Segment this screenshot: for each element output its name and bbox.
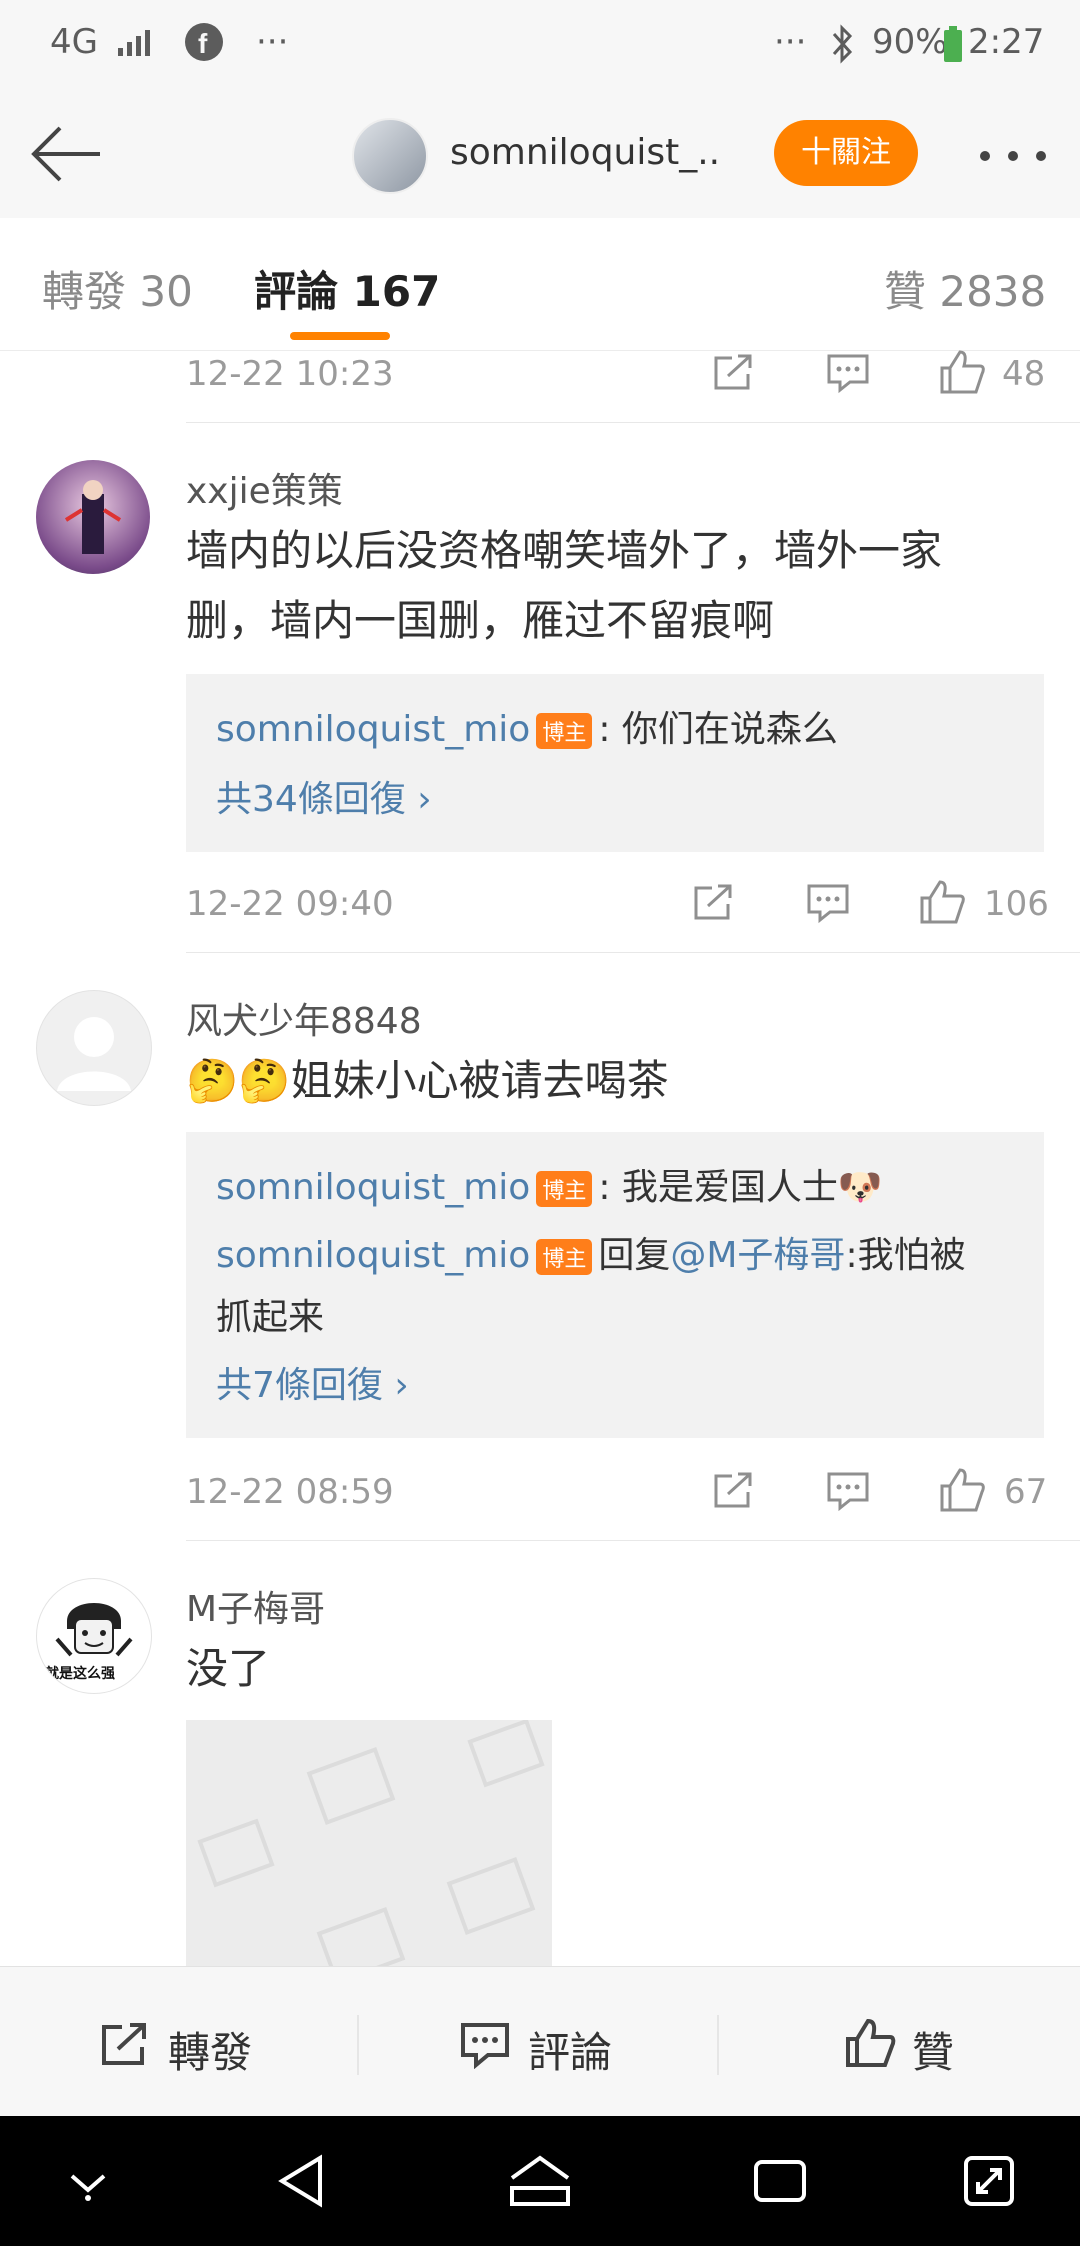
comment-text: 🤔🤔姐妹小心被请去喝茶 — [186, 1056, 669, 1105]
clock: 2:27 — [968, 22, 1045, 62]
signal-icon — [118, 26, 158, 67]
reply-username[interactable]: somniloquist_mio — [216, 709, 530, 750]
thumbs-up-icon[interactable] — [918, 878, 966, 930]
divider — [186, 952, 1080, 953]
divider — [186, 422, 1080, 423]
svg-text:f: f — [198, 28, 208, 59]
battery-icon — [942, 26, 964, 73]
avatar-caption: 就是这么强 — [45, 1666, 115, 1682]
facebook-icon: f — [184, 22, 224, 71]
comment-username[interactable]: xxjie策策 — [186, 462, 343, 514]
comment-time: 12-22 10:23 — [186, 354, 394, 394]
bluetooth-icon — [828, 24, 856, 73]
comment-text: 墙内的以后没资格嘲笑墙外了，墙外一家 — [186, 526, 943, 575]
reply-icon[interactable] — [826, 1470, 870, 1516]
home-icon[interactable] — [508, 2154, 572, 2212]
author-badge: 博主 — [536, 1239, 593, 1275]
network-label: 4G — [50, 22, 98, 62]
repost-button[interactable]: 轉發 — [168, 2019, 252, 2080]
tab-indicator — [290, 332, 390, 340]
mention-link[interactable]: @M子梅哥 — [670, 1235, 845, 1276]
comment-button[interactable]: 評論 — [528, 2019, 612, 2080]
back-arrow-icon[interactable] — [28, 122, 104, 190]
reply-username[interactable]: somniloquist_mio — [216, 1167, 530, 1208]
header-bar: somniloquist_... 十關注 — [0, 92, 1080, 219]
reply-text: : 你们在说森么 — [598, 709, 838, 750]
default-avatar-icon[interactable] — [36, 990, 152, 1106]
divider — [357, 2015, 359, 2075]
tab-repost[interactable]: 轉發 30 — [42, 258, 193, 319]
share-icon[interactable] — [712, 352, 756, 396]
comment-username[interactable]: M子梅哥 — [186, 1580, 325, 1632]
author-avatar[interactable] — [352, 118, 428, 194]
author-badge: 博主 — [536, 713, 593, 749]
comment-time: 12-22 09:40 — [186, 884, 394, 924]
reply-box[interactable]: somniloquist_mio 博主: 我是爱国人士🐶 somniloquist… — [186, 1132, 1044, 1438]
comment-text: 没了 — [186, 1644, 271, 1693]
author-badge: 博主 — [536, 1171, 593, 1207]
divider — [717, 2015, 719, 2075]
expand-icon[interactable] — [962, 2154, 1016, 2212]
reply-username[interactable]: somniloquist_mio — [216, 1235, 530, 1276]
tab-comments[interactable]: 評論 167 — [254, 258, 440, 319]
like-count: 67 — [1004, 1472, 1048, 1512]
status-bar: 4G f ··· ··· 90% 2:27 — [0, 0, 1080, 92]
recents-icon[interactable] — [752, 2158, 808, 2208]
like-count: 48 — [1002, 354, 1046, 394]
divider — [186, 1540, 1080, 1541]
view-replies-link[interactable]: 共34條回復 › — [216, 770, 432, 822]
reply-text: :我怕被 — [845, 1235, 966, 1276]
comment-text: 删，墙内一国删，雁过不留痕啊 — [186, 596, 775, 645]
share-icon[interactable] — [712, 1470, 756, 1514]
reply-text: : 我是爱国人士🐶 — [598, 1167, 883, 1208]
tab-bar: 轉發 30 評論 167 贊 2838 — [0, 218, 1080, 351]
more-icon[interactable] — [978, 148, 1048, 167]
comment-username[interactable]: 风犬少年8848 — [186, 992, 422, 1044]
reply-prefix: 回复 — [598, 1235, 671, 1276]
avatar[interactable] — [36, 460, 150, 574]
bottom-action-bar: 轉發 評論 贊 — [0, 1966, 1080, 2117]
comment-icon[interactable] — [460, 2021, 510, 2073]
share-icon[interactable] — [692, 882, 736, 926]
system-nav-bar — [0, 2116, 1080, 2246]
share-icon[interactable] — [100, 2021, 150, 2071]
reply-text: 抓起来 — [216, 1297, 325, 1338]
author-name[interactable]: somniloquist_... — [450, 132, 720, 173]
back-icon[interactable] — [276, 2154, 326, 2212]
battery-percent: 90% — [872, 22, 948, 62]
thumbs-up-icon[interactable] — [938, 1466, 986, 1518]
avatar[interactable]: 就是这么强 — [36, 1578, 152, 1694]
overflow-left-icon: ··· — [256, 22, 289, 62]
comment-time: 12-22 08:59 — [186, 1472, 394, 1512]
thumbs-up-icon[interactable] — [844, 2017, 896, 2073]
reply-box[interactable]: somniloquist_mio 博主: 你们在说森么 共34條回復 › — [186, 674, 1044, 852]
image-placeholder[interactable] — [186, 1720, 552, 1966]
like-count: 106 — [984, 884, 1049, 924]
view-replies-link[interactable]: 共7條回復 › — [216, 1356, 409, 1408]
reply-icon[interactable] — [826, 352, 870, 398]
overflow-right-icon: ··· — [774, 22, 807, 62]
like-button[interactable]: 贊 — [912, 2019, 954, 2080]
follow-button[interactable]: 十關注 — [774, 120, 918, 186]
tab-likes[interactable]: 贊 2838 — [884, 258, 1046, 319]
reply-icon[interactable] — [806, 882, 850, 928]
chevron-down-icon[interactable] — [66, 2162, 110, 2206]
thumbs-up-icon[interactable] — [938, 348, 986, 400]
